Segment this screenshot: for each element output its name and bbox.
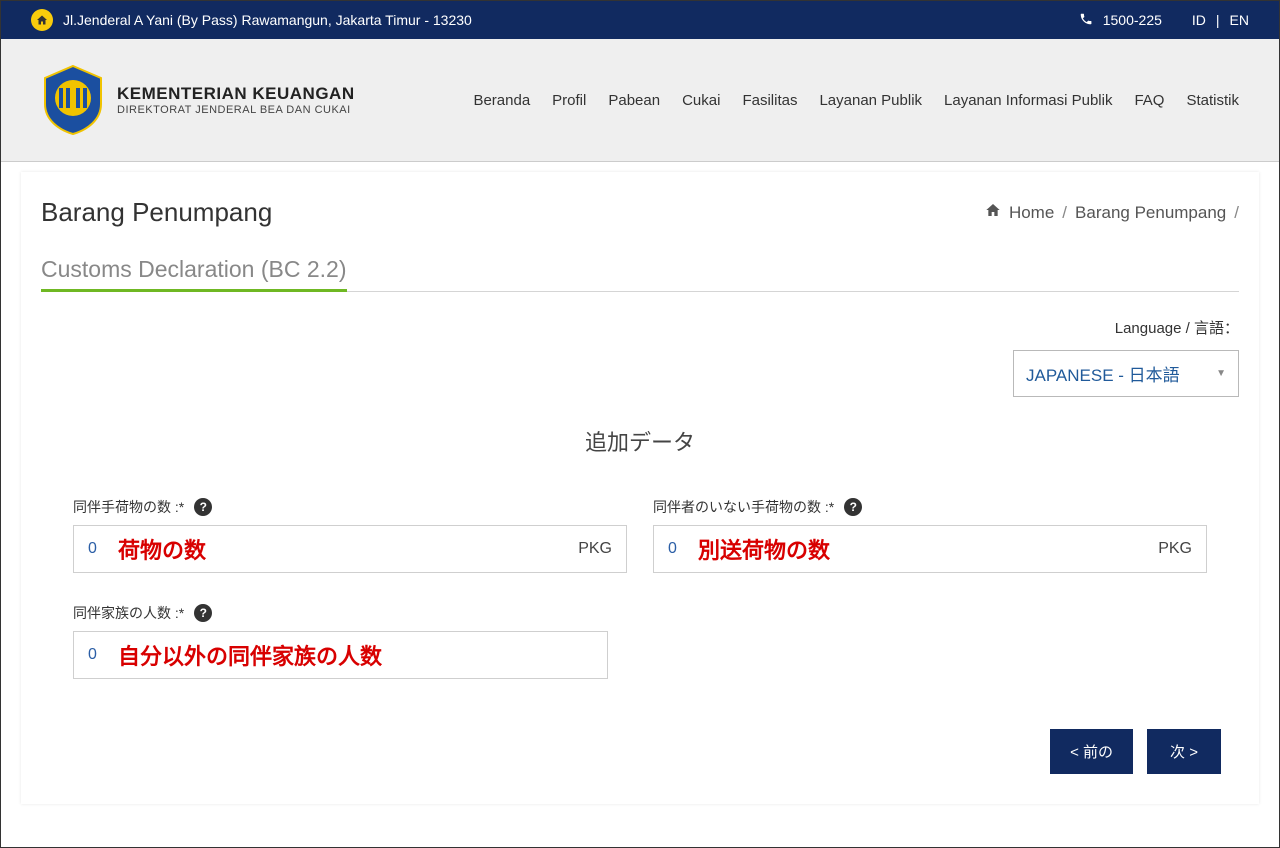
address-text: Jl.Jenderal A Yani (By Pass) Rawamangun,… [63, 12, 472, 28]
help-icon[interactable]: ? [844, 498, 862, 516]
nav-cukai[interactable]: Cukai [682, 92, 720, 109]
site-header: KEMENTERIAN KEUANGAN DIREKTORAT JENDERAL… [1, 39, 1279, 162]
topbar: Jl.Jenderal A Yani (By Pass) Rawamangun,… [1, 1, 1279, 39]
unit-pkg: PKG [578, 540, 612, 558]
unaccompanied-input[interactable]: 0 別送荷物の数 PKG [653, 525, 1207, 573]
next-button[interactable]: 次 > [1147, 729, 1221, 774]
language-label: Language / 言語： [41, 317, 1239, 338]
language-select[interactable]: JAPANESE - 日本語 ▼ [1013, 350, 1239, 397]
nav-layanan-publik[interactable]: Layanan Publik [819, 92, 922, 109]
breadcrumb-home[interactable]: Home [1009, 203, 1054, 223]
help-icon[interactable]: ? [194, 604, 212, 622]
prev-button[interactable]: < 前の [1050, 729, 1133, 774]
nav-profil[interactable]: Profil [552, 92, 586, 109]
family-label: 同伴家族の人数 :* ? [73, 603, 608, 623]
section-title: Customs Declaration (BC 2.2) [41, 256, 347, 292]
nav-beranda[interactable]: Beranda [473, 92, 530, 109]
chevron-down-icon: ▼ [1216, 368, 1226, 379]
page-title: Barang Penumpang [41, 197, 272, 228]
annotation-unaccompanied: 別送荷物の数 [698, 533, 830, 565]
annotation-accompanied: 荷物の数 [118, 533, 206, 565]
lang-id-link[interactable]: ID [1192, 12, 1206, 28]
unit-pkg: PKG [1158, 540, 1192, 558]
lang-separator: | [1216, 12, 1220, 28]
breadcrumb-sep1: / [1062, 203, 1067, 223]
lang-en-link[interactable]: EN [1230, 12, 1249, 28]
accompanied-input[interactable]: 0 荷物の数 PKG [73, 525, 627, 573]
nav-layanan-informasi[interactable]: Layanan Informasi Publik [944, 92, 1112, 109]
nav-fasilitas[interactable]: Fasilitas [742, 92, 797, 109]
breadcrumb: Home / Barang Penumpang / [985, 202, 1239, 223]
main-card: Barang Penumpang Home / Barang Penumpang… [21, 172, 1259, 804]
home-icon[interactable] [31, 9, 53, 31]
ministry-name: KEMENTERIAN KEUANGAN [117, 84, 355, 104]
breadcrumb-current: Barang Penumpang [1075, 203, 1226, 223]
nav-statistik[interactable]: Statistik [1186, 92, 1239, 109]
breadcrumb-sep2: / [1234, 203, 1239, 223]
accompanied-value: 0 [88, 540, 97, 558]
unaccompanied-label: 同伴者のいない手荷物の数 :* ? [653, 497, 1207, 517]
department-name: DIREKTORAT JENDERAL BEA DAN CUKAI [117, 104, 355, 116]
nav-pabean[interactable]: Pabean [608, 92, 660, 109]
family-input[interactable]: 0 自分以外の同伴家族の人数 [73, 631, 608, 679]
language-value: JAPANESE - 日本語 [1026, 361, 1180, 386]
unaccompanied-value: 0 [668, 540, 677, 558]
logo[interactable]: KEMENTERIAN KEUANGAN DIREKTORAT JENDERAL… [41, 64, 355, 136]
help-icon[interactable]: ? [194, 498, 212, 516]
phone-icon [1079, 12, 1093, 29]
annotation-family: 自分以外の同伴家族の人数 [118, 639, 382, 671]
accompanied-label: 同伴手荷物の数 :* ? [73, 497, 627, 517]
main-nav: Beranda Profil Pabean Cukai Fasilitas La… [473, 92, 1239, 109]
form-heading: 追加データ [41, 425, 1239, 457]
logo-icon [41, 64, 105, 136]
family-value: 0 [88, 646, 97, 664]
nav-faq[interactable]: FAQ [1134, 92, 1164, 109]
phone-number[interactable]: 1500-225 [1103, 12, 1162, 28]
home-icon [985, 202, 1001, 223]
